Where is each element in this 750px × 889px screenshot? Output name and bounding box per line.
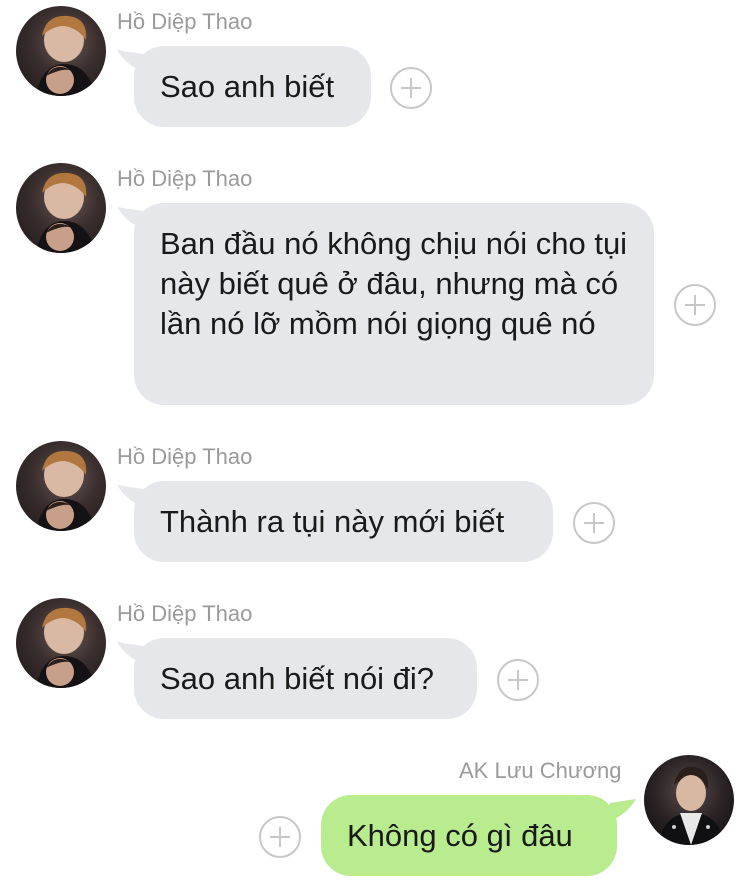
avatar[interactable] — [644, 755, 734, 845]
message-text: Sao anh biết — [160, 69, 335, 104]
avatar[interactable] — [16, 163, 106, 253]
add-reaction-button[interactable] — [390, 67, 432, 109]
sender-name: Hồ Diệp Thao — [117, 601, 253, 626]
avatar-photo-icon — [36, 607, 96, 688]
add-reaction-button[interactable] — [573, 502, 615, 544]
avatar-photo-icon — [36, 450, 96, 531]
message-text: Thành ra tụi này mới biết — [160, 504, 505, 539]
avatar-photo-icon — [36, 15, 96, 96]
message-bubble[interactable]: Không có gì đâu — [321, 795, 617, 876]
add-reaction-button[interactable] — [674, 284, 716, 326]
sender-name: AK Lưu Chương — [459, 758, 622, 783]
sender-name: Hồ Diệp Thao — [117, 9, 253, 34]
add-reaction-button[interactable] — [259, 816, 301, 858]
sender-name: Hồ Diệp Thao — [117, 444, 253, 469]
avatar[interactable] — [16, 6, 106, 96]
message-text: Sao anh biết nói đi? — [160, 661, 435, 696]
avatar-photo-icon — [658, 766, 724, 845]
message-text: Ban đầu nó không chịu nói cho tụi này bi… — [160, 226, 628, 341]
message-bubble[interactable]: Sao anh biết — [134, 46, 371, 127]
add-reaction-button[interactable] — [497, 659, 539, 701]
message-text: Không có gì đâu — [347, 818, 573, 853]
message-bubble[interactable]: Thành ra tụi này mới biết — [134, 481, 553, 562]
avatar-photo-icon — [36, 172, 96, 253]
message-bubble[interactable]: Ban đầu nó không chịu nói cho tụi này bi… — [134, 203, 654, 405]
avatar[interactable] — [16, 598, 106, 688]
message-bubble[interactable]: Sao anh biết nói đi? — [134, 638, 477, 719]
sender-name: Hồ Diệp Thao — [117, 166, 253, 191]
avatar[interactable] — [16, 441, 106, 531]
